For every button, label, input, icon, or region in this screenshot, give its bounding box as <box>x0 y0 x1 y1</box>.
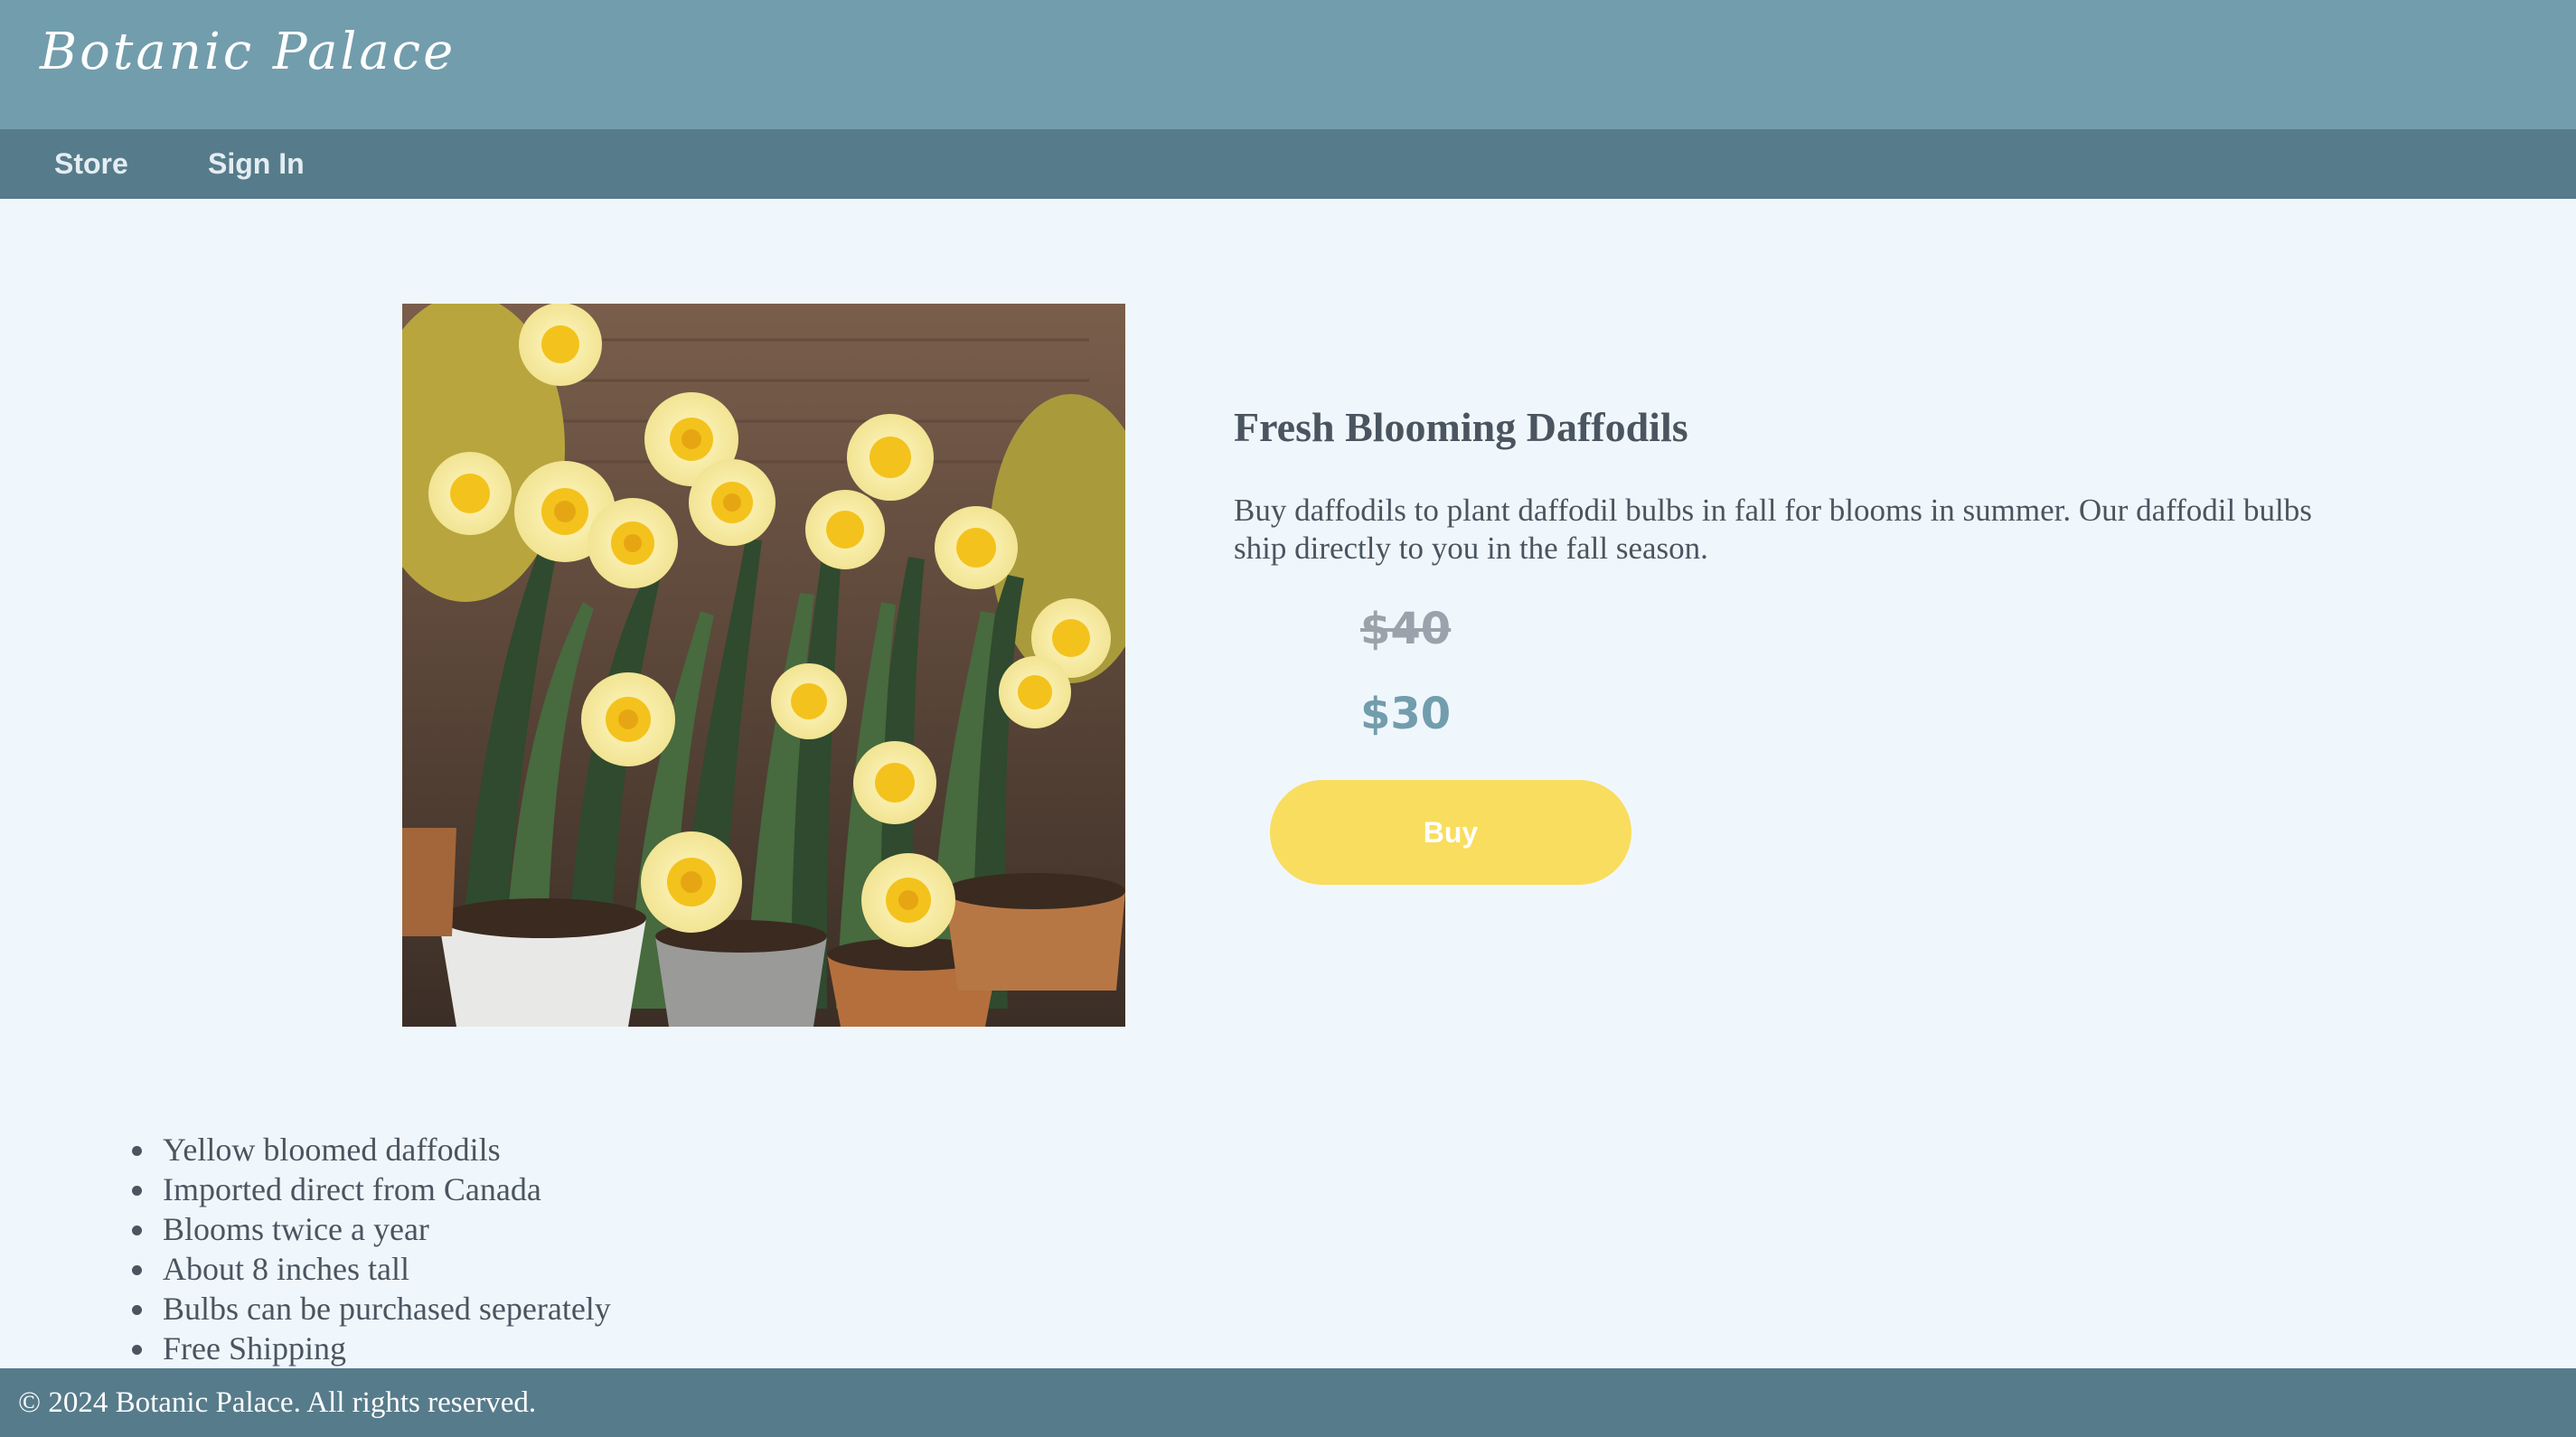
feature-list-item: Yellow bloomed daffodils <box>132 1130 1247 1169</box>
nav-sign-in-link[interactable]: Sign In <box>208 129 305 199</box>
product-description: Buy daffodils to plant daffodil bulbs in… <box>1234 493 2312 566</box>
feature-list-item: Blooms twice a year <box>132 1209 1247 1249</box>
feature-list: Yellow bloomed daffodils Imported direct… <box>132 1130 1247 1368</box>
site-footer: © 2024 Botanic Palace. All rights reserv… <box>0 1368 2576 1437</box>
product-image <box>402 304 1125 1027</box>
brand-logo[interactable]: Botanic Palace <box>40 16 456 89</box>
product-title: Fresh Blooming Daffodils <box>1234 404 1688 450</box>
nav-store-link[interactable]: Store <box>54 129 128 199</box>
main-nav: Store Sign In <box>0 129 2576 199</box>
copyright-text: © 2024 Botanic Palace. All rights reserv… <box>18 1386 537 1419</box>
buy-button[interactable]: Buy <box>1270 780 1631 885</box>
sale-price: $30 <box>1360 689 1452 739</box>
original-price: $40 <box>1360 604 1452 654</box>
feature-list-item: Free Shipping <box>132 1329 1247 1368</box>
feature-list-item: About 8 inches tall <box>132 1249 1247 1289</box>
daffodils-photo <box>402 304 1125 1027</box>
site-header: Botanic Palace <box>0 0 2576 129</box>
feature-list-item: Imported direct from Canada <box>132 1169 1247 1209</box>
feature-list-item: Bulbs can be purchased seperately <box>132 1289 1247 1329</box>
